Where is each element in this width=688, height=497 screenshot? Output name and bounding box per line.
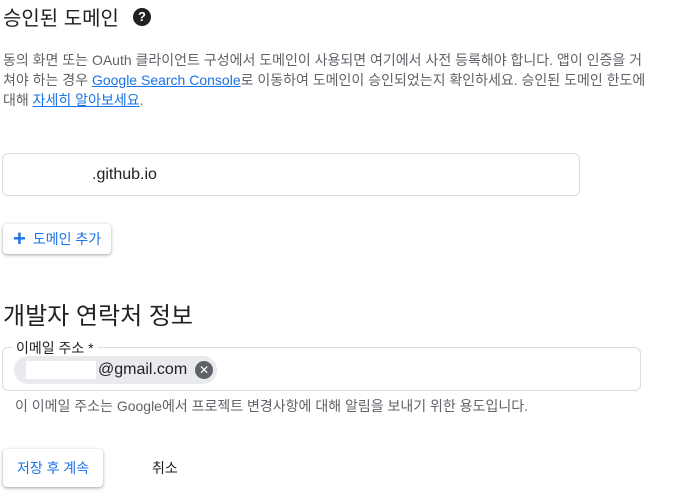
learn-more-link[interactable]: 자세히 알아보세요: [33, 92, 140, 108]
authorized-domains-title: 승인된 도메인 ?: [3, 2, 151, 31]
redacted-email-prefix: [26, 361, 96, 379]
add-domain-label: 도메인 추가: [32, 231, 102, 247]
search-console-link[interactable]: Google Search Console: [92, 72, 241, 88]
cancel-button[interactable]: 취소: [152, 458, 178, 478]
description-text-3: .: [139, 92, 144, 108]
authorized-domains-title-text: 승인된 도메인: [3, 8, 119, 30]
add-domain-button[interactable]: + 도메인 추가: [3, 224, 112, 254]
authorized-domains-description: 동의 화면 또는 OAuth 클라이언트 구성에서 도메인이 사용되면 여기에서…: [3, 50, 653, 110]
email-field[interactable]: 이메일 주소 * @gmail.com ✕: [2, 338, 641, 391]
save-continue-button[interactable]: 저장 후 계속: [3, 449, 104, 487]
plus-icon: +: [13, 226, 26, 251]
domain-value: .github.io: [92, 165, 157, 183]
authorized-domain-field[interactable]: .github.io: [2, 153, 580, 196]
close-icon[interactable]: ✕: [195, 361, 214, 379]
email-field-label: 이메일 주소 *: [12, 338, 98, 358]
developer-contact-title: 개발자 연락처 정보: [3, 303, 193, 330]
redacted-domain-prefix: [16, 164, 92, 185]
question-circle-icon[interactable]: ?: [132, 7, 151, 26]
save-continue-label: 저장 후 계속: [17, 460, 90, 476]
email-chip-text: @gmail.com: [98, 361, 188, 378]
email-hint: 이 이메일 주소는 Google에서 프로젝트 변경사항에 대해 알림을 보내기…: [15, 398, 528, 414]
email-chip: @gmail.com ✕: [14, 356, 218, 384]
